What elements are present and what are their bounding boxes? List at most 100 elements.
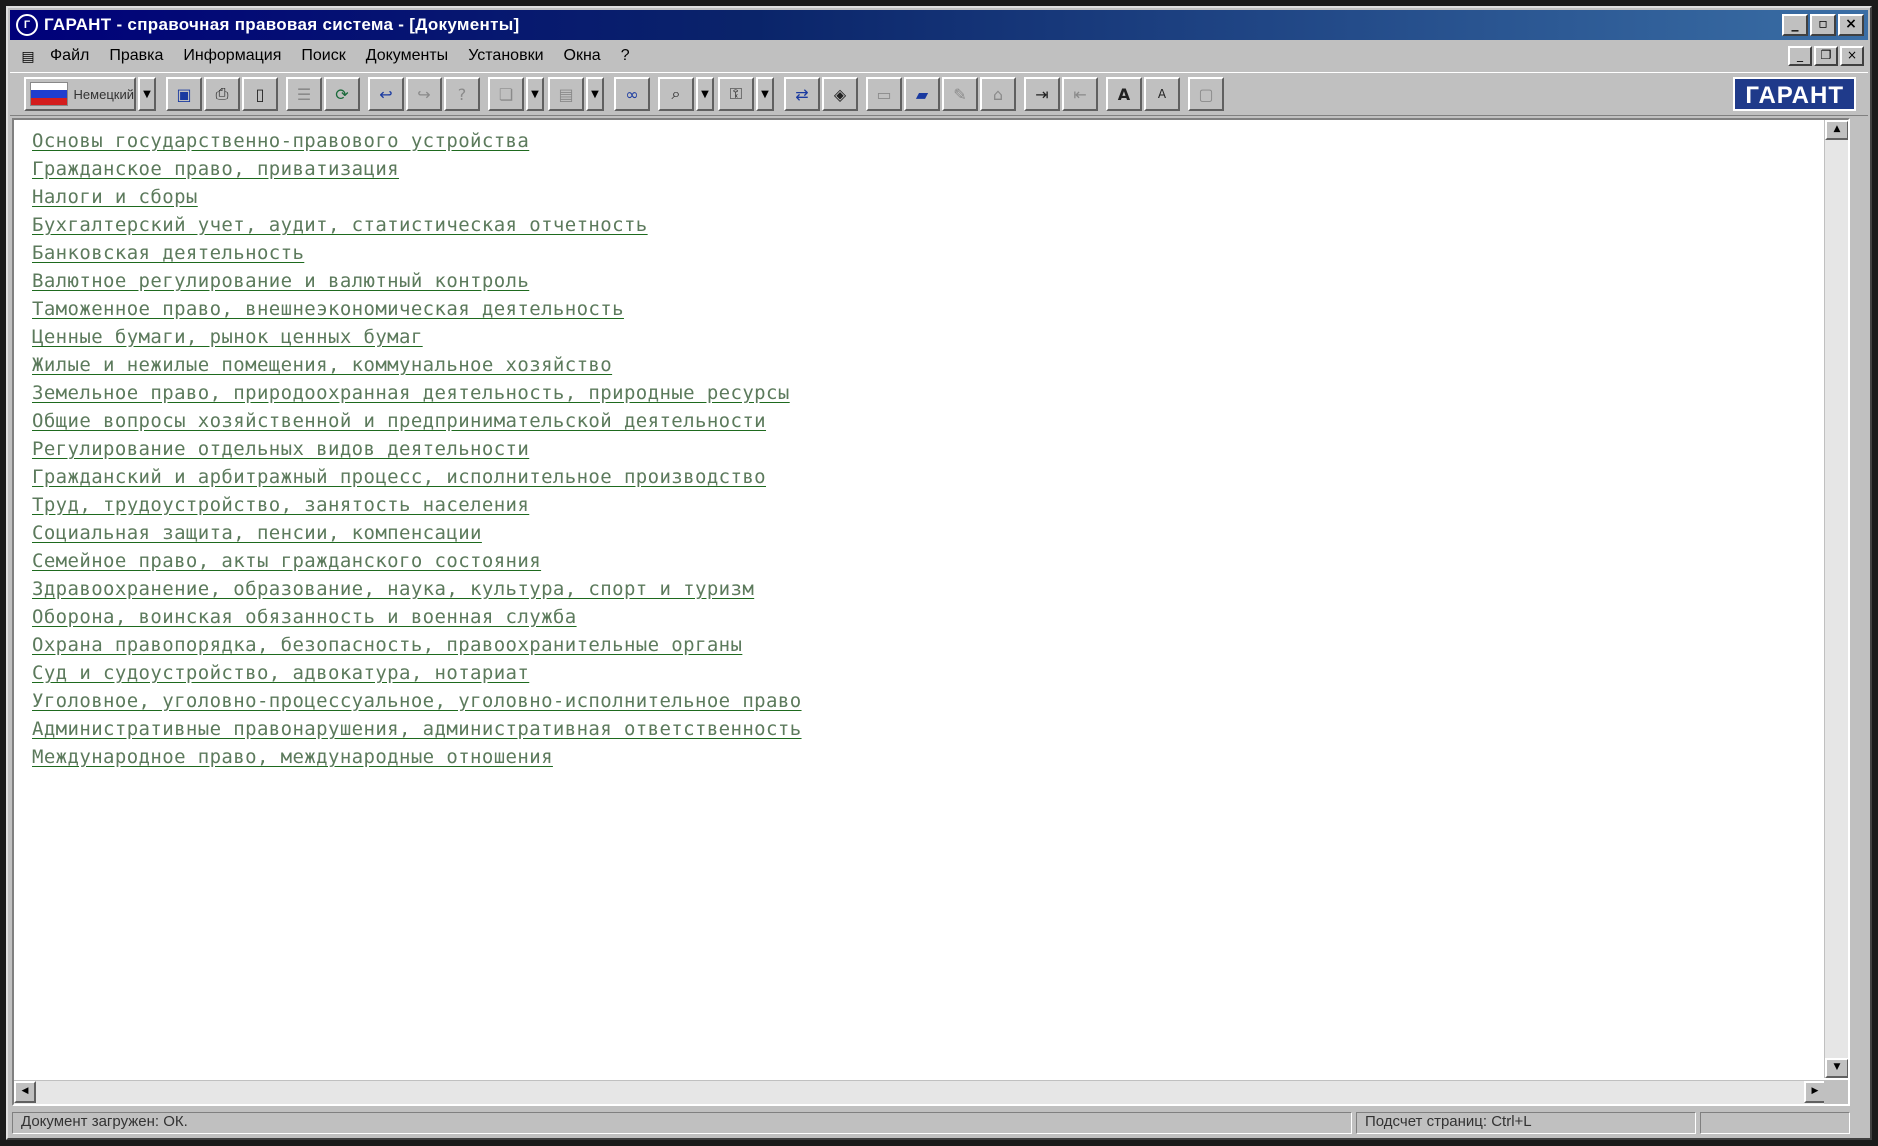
maximize-button[interactable]: ▫ (1810, 14, 1836, 36)
list-item: Бухгалтерский учет, аудит, статистическа… (32, 212, 1848, 240)
menu-help[interactable]: ? (611, 47, 640, 65)
scroll-up-icon[interactable]: ▲ (1825, 120, 1848, 140)
help-icon[interactable]: ? (444, 77, 480, 111)
document-link[interactable]: Социальная защита, пенсии, компенсации (32, 522, 482, 544)
close-button[interactable]: × (1838, 14, 1864, 36)
document-link[interactable]: Ценные бумаги, рынок ценных бумаг (32, 326, 423, 348)
document-link[interactable]: Жилые и нежилые помещения, коммунальное … (32, 354, 612, 376)
language-label: Немецкий (73, 86, 134, 102)
key-dropdown-arrow[interactable]: ▼ (756, 77, 774, 111)
stamp-icon[interactable]: ⌂ (980, 77, 1016, 111)
document-link[interactable]: Здравоохранение, образование, наука, кул… (32, 578, 754, 600)
comparison-icon[interactable]: ⇄ (784, 77, 820, 111)
preview-icon[interactable]: ▯ (242, 77, 278, 111)
menu-search[interactable]: Поиск (291, 47, 355, 65)
document-link[interactable]: Земельное право, природоохранная деятель… (32, 382, 790, 404)
document-link[interactable]: Уголовное, уголовно-процессуальное, угол… (32, 690, 802, 712)
text-size-icon[interactable]: A (1106, 77, 1142, 111)
copy-dropdown-arrow[interactable]: ▼ (526, 77, 544, 111)
folder-open-icon[interactable]: ▰ (904, 77, 940, 111)
list-item: Банковская деятельность (32, 240, 1848, 268)
list-icon[interactable]: ☰ (286, 77, 322, 111)
main-window: Г ГАРАНТ - справочная правовая система -… (6, 6, 1872, 1140)
document-link[interactable]: Бухгалтерский учет, аудит, статистическа… (32, 214, 648, 236)
list-item: Международное право, международные отнош… (32, 744, 1848, 772)
minimize-button[interactable]: _ (1782, 14, 1808, 36)
status-hint: Подсчет страниц: Ctrl+L (1356, 1112, 1696, 1134)
title-bar[interactable]: Г ГАРАНТ - справочная правовая система -… (10, 10, 1868, 40)
document-link[interactable]: Таможенное право, внешнеэкономическая де… (32, 298, 624, 320)
list-item: Регулирование отдельных видов деятельнос… (32, 436, 1848, 464)
document-link[interactable]: Регулирование отдельных видов деятельнос… (32, 438, 529, 460)
document-link[interactable]: Оборона, воинская обязанность и военная … (32, 606, 577, 628)
list-item: Семейное право, акты гражданского состоя… (32, 548, 1848, 576)
scroll-down-icon[interactable]: ▼ (1825, 1058, 1848, 1078)
list-item: Жилые и нежилые помещения, коммунальное … (32, 352, 1848, 380)
list-item: Гражданский и арбитражный процесс, испол… (32, 464, 1848, 492)
garant-app-icon[interactable]: Г (16, 14, 38, 36)
scroll-right-icon[interactable]: ▶ (1804, 1081, 1826, 1103)
child-restore-button[interactable]: ❐ (1814, 46, 1838, 66)
list-item: Основы государственно-правового устройст… (32, 128, 1848, 156)
document-link[interactable]: Основы государственно-правового устройст… (32, 130, 529, 152)
collapse-icon[interactable]: ⇤ (1062, 77, 1098, 111)
document-link[interactable]: Гражданский и арбитражный процесс, испол… (32, 466, 766, 488)
document-link[interactable]: Налоги и сборы (32, 186, 198, 208)
document-link[interactable]: Суд и судоустройство, адвокатура, нотари… (32, 662, 529, 684)
window-icon[interactable]: ▢ (1188, 77, 1224, 111)
child-close-button[interactable]: × (1840, 46, 1864, 66)
search-icon[interactable]: ⌕ (658, 77, 694, 111)
paste-dropdown-arrow[interactable]: ▼ (586, 77, 604, 111)
copy-icon[interactable]: ❏ (488, 77, 524, 111)
list-item: Налоги и сборы (32, 184, 1848, 212)
menu-edit[interactable]: Правка (99, 47, 173, 65)
font-icon[interactable]: A (1144, 77, 1180, 111)
menu-settings[interactable]: Установки (458, 47, 553, 65)
paste-icon[interactable]: ▤ (548, 77, 584, 111)
document-link[interactable]: Семейное право, акты гражданского состоя… (32, 550, 541, 572)
language-dropdown-arrow[interactable]: ▼ (138, 77, 156, 111)
binoculars-icon[interactable]: ∞ (614, 77, 650, 111)
document-link[interactable]: Труд, трудоустройство, занятость населен… (32, 494, 529, 516)
document-link[interactable]: Общие вопросы хозяйственной и предприним… (32, 410, 766, 432)
child-minimize-button[interactable]: _ (1788, 46, 1812, 66)
list-item: Валютное регулирование и валютный контро… (32, 268, 1848, 296)
print-icon[interactable]: ⎙ (204, 77, 240, 111)
refresh-icon[interactable]: ⟳ (324, 77, 360, 111)
save-icon[interactable]: ▣ (166, 77, 202, 111)
menu-documents[interactable]: Документы (356, 47, 458, 65)
list-item: Гражданское право, приватизация (32, 156, 1848, 184)
garant-logo: ГАРАНТ (1733, 77, 1856, 111)
bookmark-icon[interactable]: ◈ (822, 77, 858, 111)
document-link[interactable]: Международное право, международные отнош… (32, 746, 553, 768)
document-link[interactable]: Охрана правопорядка, безопасность, право… (32, 634, 742, 656)
list-item: Уголовное, уголовно-процессуальное, угол… (32, 688, 1848, 716)
list-item: Административные правонарушения, админис… (32, 716, 1848, 744)
horizontal-scrollbar[interactable]: ◀ ▶ (14, 1080, 1826, 1104)
russian-flag-icon (30, 82, 68, 106)
folder-icon[interactable]: ▭ (866, 77, 902, 111)
key-icon[interactable]: ⚿ (718, 77, 754, 111)
expand-icon[interactable]: ⇥ (1024, 77, 1060, 111)
back-icon[interactable]: ↩ (368, 77, 404, 111)
document-link[interactable]: Гражданское право, приватизация (32, 158, 399, 180)
document-system-menu-icon[interactable]: ▤ (16, 48, 40, 65)
list-item: Суд и судоустройство, адвокатура, нотари… (32, 660, 1848, 688)
menu-windows[interactable]: Окна (554, 47, 611, 65)
document-link[interactable]: Банковская деятельность (32, 242, 304, 264)
scroll-left-icon[interactable]: ◀ (14, 1081, 36, 1103)
list-item: Охрана правопорядка, безопасность, право… (32, 632, 1848, 660)
document-link[interactable]: Административные правонарушения, админис… (32, 718, 802, 740)
document-area: Основы государственно-правового устройст… (12, 118, 1850, 1106)
list-item: Ценные бумаги, рынок ценных бумаг (32, 324, 1848, 352)
vertical-scrollbar[interactable]: ▲ ▼ (1824, 120, 1848, 1078)
language-selector[interactable]: Немецкий (24, 77, 136, 111)
list-item: Общие вопросы хозяйственной и предприним… (32, 408, 1848, 436)
document-list: Основы государственно-правового устройст… (14, 120, 1848, 772)
forward-icon[interactable]: ↪ (406, 77, 442, 111)
search-dropdown-arrow[interactable]: ▼ (696, 77, 714, 111)
notes-icon[interactable]: ✎ (942, 77, 978, 111)
menu-file[interactable]: Файл (40, 47, 99, 65)
document-link[interactable]: Валютное регулирование и валютный контро… (32, 270, 529, 292)
menu-information[interactable]: Информация (173, 47, 291, 65)
